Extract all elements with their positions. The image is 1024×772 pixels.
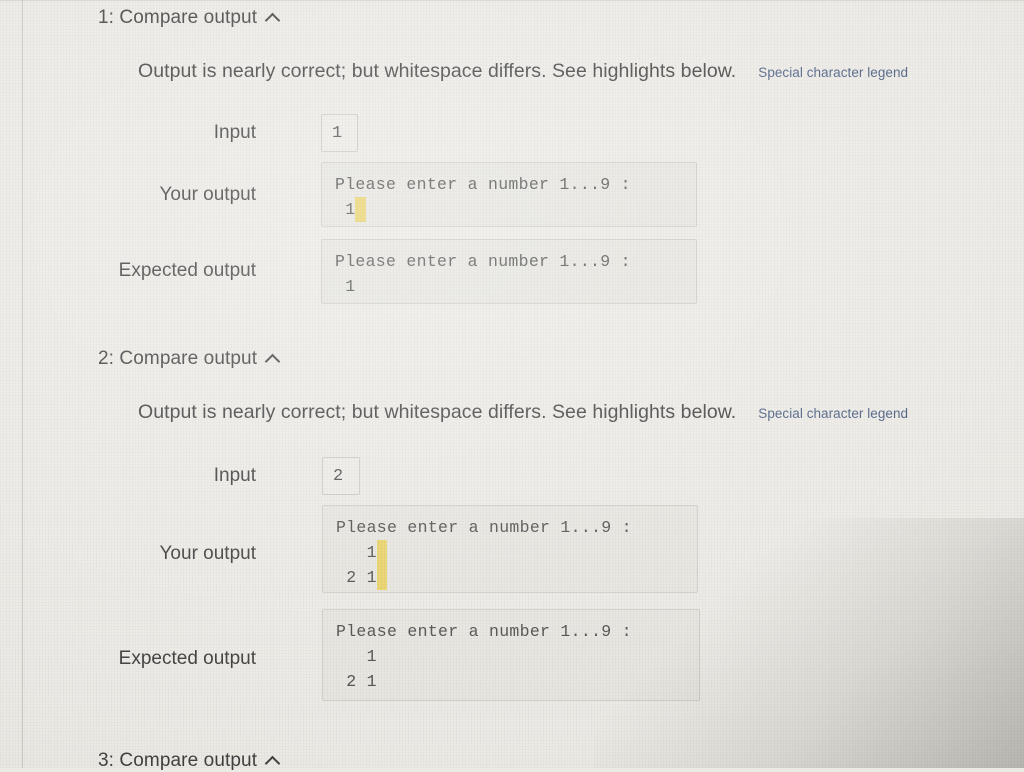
test-results-page: 1: Compare output Output is nearly corre… — [0, 0, 1024, 771]
section-header-1[interactable]: 1: Compare output — [98, 7, 281, 29]
input-value-2: 2 — [322, 457, 360, 495]
your-output-box-2: Please enter a number 1...9 : 1 2 1 — [322, 505, 698, 593]
chevron-up-icon[interactable] — [266, 13, 281, 22]
your-output-line2-prefix-1: 1 — [335, 200, 356, 219]
your-output-line1-1: Please enter a number 1...9 : — [335, 175, 631, 194]
whitespace-highlight — [376, 565, 388, 590]
expected-output-line2-1: 1 — [335, 277, 356, 296]
expected-output-box-1: Please enter a number 1...9 : 1 — [321, 239, 697, 304]
your-output-line1-2: Please enter a number 1...9 : — [336, 518, 632, 537]
expected-output-label-2: Expected output — [118, 648, 256, 669]
input-label-2: Input — [213, 465, 256, 486]
expected-output-line2-2: 1 — [336, 647, 377, 666]
section-header-3[interactable]: 3: Compare output — [98, 750, 281, 772]
expected-output-label-1: Expected output — [118, 260, 256, 281]
chevron-up-icon[interactable] — [266, 354, 281, 363]
expected-output-line3-2: 2 1 — [336, 672, 377, 691]
section-title-3: 3: Compare output — [98, 750, 258, 771]
your-output-line2-prefix-2: 1 — [336, 543, 377, 562]
your-output-line3-prefix-2: 2 1 — [336, 568, 377, 587]
expected-output-box-2: Please enter a number 1...9 : 1 2 1 — [322, 609, 700, 701]
expected-output-line1-2: Please enter a number 1...9 : — [336, 622, 632, 641]
left-margin-rule — [22, 0, 23, 768]
whitespace-highlight — [355, 197, 366, 222]
status-row-2: Output is nearly correct; but whitespace… — [138, 401, 908, 424]
section-header-2[interactable]: 2: Compare output — [98, 348, 281, 370]
your-output-label-1: Your output — [159, 184, 257, 205]
special-character-legend-link-1[interactable]: Special character legend — [758, 65, 908, 80]
special-character-legend-link-2[interactable]: Special character legend — [758, 406, 908, 421]
status-text-1: Output is nearly correct; but whitespace… — [138, 60, 737, 82]
input-label-1: Input — [213, 122, 256, 143]
chevron-up-icon[interactable] — [266, 756, 281, 765]
input-value-1: 1 — [321, 114, 358, 152]
top-divider — [0, 0, 1024, 1]
status-text-2: Output is nearly correct; but whitespace… — [138, 401, 737, 423]
section-title-2: 2: Compare output — [98, 348, 258, 369]
section-title-1: 1: Compare output — [98, 7, 258, 28]
status-row-1: Output is nearly correct; but whitespace… — [138, 60, 908, 83]
your-output-label-2: Your output — [159, 543, 257, 564]
your-output-box-1: Please enter a number 1...9 : 1 — [321, 162, 697, 227]
whitespace-highlight — [376, 540, 388, 565]
expected-output-line1-1: Please enter a number 1...9 : — [335, 252, 631, 271]
